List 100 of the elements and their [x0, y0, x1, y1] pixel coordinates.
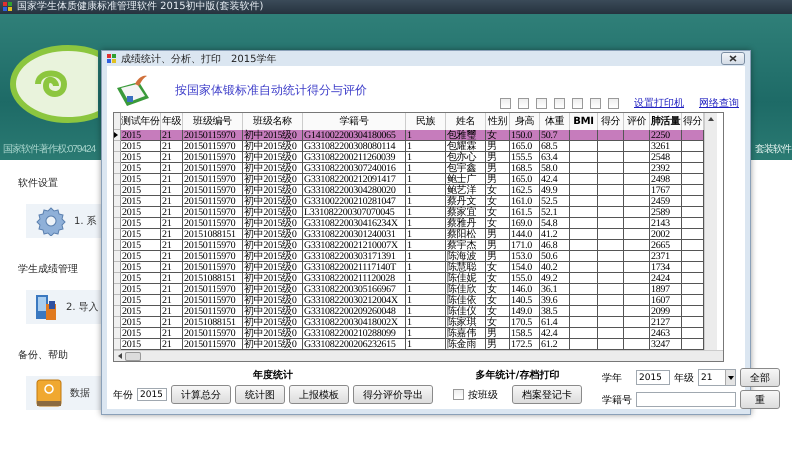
menu-item[interactable]: 1. 系 [26, 204, 101, 238]
column-header[interactable]: 得分 [598, 113, 624, 130]
table-cell: 初中2015级0 [243, 284, 303, 295]
table-cell: G141002200304180065 [303, 130, 406, 141]
column-header[interactable]: 班级编号 [183, 113, 243, 130]
table-cell: 初中2015级0 [243, 229, 303, 240]
table-cell: 女 [486, 317, 510, 328]
action-button[interactable]: 计算总分 [171, 385, 231, 404]
all-button[interactable]: 全部 [740, 368, 780, 387]
table-cell: 1 [406, 185, 446, 196]
action-button[interactable]: 重 [740, 390, 780, 409]
table-cell: 162.5 [510, 185, 540, 196]
table-cell: 1 [406, 328, 446, 339]
link[interactable]: 网络查询 [699, 96, 739, 110]
table-cell [598, 163, 624, 174]
table-cell: G331082200308080114 [303, 141, 406, 152]
checkbox[interactable] [572, 98, 583, 108]
action-button[interactable]: 统计图 [235, 385, 285, 404]
field-label: 年级 [674, 372, 694, 384]
table-cell: 蔡家宜 [446, 207, 486, 218]
table-cell [624, 251, 650, 262]
table-cell [624, 174, 650, 185]
table-cell: 150.0 [510, 130, 540, 141]
grade-dropdown[interactable]: 21 [698, 369, 736, 386]
link[interactable]: 设置打印机 [634, 96, 684, 110]
edition-label: 套装软件 [755, 142, 791, 156]
menu-item[interactable]: 数据 [26, 376, 101, 410]
column-header[interactable]: 测试年份 [121, 113, 161, 130]
table-cell: 68.5 [540, 141, 570, 152]
table-cell: 20150115970 [183, 295, 243, 306]
table-cell: 20150115970 [183, 174, 243, 185]
table-cell: 初中2015级0 [243, 130, 303, 141]
scroll-thumb[interactable] [125, 352, 141, 360]
table-cell: 2589 [650, 207, 682, 218]
menu-item[interactable]: 2. 导入 [26, 290, 101, 324]
close-button[interactable] [721, 52, 745, 65]
table-cell: 2015 [121, 130, 161, 141]
action-button[interactable]: 得分评价导出 [353, 385, 433, 404]
table-cell: 2015 [121, 185, 161, 196]
table-cell: 20150115970 [183, 262, 243, 273]
window-title: 国家学生体质健康标准管理软件 2015初中版(套装软件) [17, 0, 264, 14]
table-cell: 女 [486, 207, 510, 218]
column-header[interactable]: 班级名称 [243, 113, 303, 130]
group-heading: 年度统计 [253, 368, 293, 382]
table-cell: 陈嘉伟 [446, 328, 486, 339]
column-header[interactable]: 学籍号 [303, 113, 406, 130]
table-cell: 2015 [121, 229, 161, 240]
table-cell: 20150115970 [183, 185, 243, 196]
column-header[interactable]: 年级 [161, 113, 183, 130]
column-header[interactable]: 民族 [406, 113, 446, 130]
table-cell: 陈家琪 [446, 317, 486, 328]
input-field[interactable]: 2015 [137, 388, 167, 401]
checkbox[interactable] [500, 98, 511, 108]
column-header[interactable]: 体重 [540, 113, 570, 130]
checkbox[interactable] [453, 389, 464, 400]
table-cell: 初中2015级0 [243, 207, 303, 218]
table-cell: 63.4 [540, 152, 570, 163]
checkbox[interactable] [608, 98, 619, 108]
table-cell: 140.5 [510, 295, 540, 306]
column-header[interactable]: 姓名 [446, 113, 486, 130]
table-cell: 陈佳欣 [446, 284, 486, 295]
app-icon [3, 2, 13, 12]
input-field[interactable] [636, 392, 736, 407]
table-cell: 2015 [121, 163, 161, 174]
table-cell: G331082200209260048 [303, 306, 406, 317]
table-cell: 1897 [650, 284, 682, 295]
header-corner [114, 113, 121, 130]
column-header[interactable]: 得分 [682, 113, 704, 130]
checkbox[interactable] [536, 98, 547, 108]
table-cell: G331082200305166967 [303, 284, 406, 295]
table-cell: 初中2015级0 [243, 251, 303, 262]
table-cell: 21 [161, 240, 183, 251]
scroll-up-icon[interactable] [708, 117, 714, 121]
horizontal-scrollbar[interactable] [114, 350, 723, 361]
table-cell: 170.5 [510, 317, 540, 328]
table-cell: 陈慧聪 [446, 262, 486, 273]
table-cell: 20151088151 [183, 229, 243, 240]
table-cell: 155.0 [510, 273, 540, 284]
table-cell: 陈海波 [446, 251, 486, 262]
checkbox[interactable] [518, 98, 529, 108]
input-field[interactable]: 2015 [636, 370, 670, 385]
column-header[interactable]: 肺活量 [650, 113, 682, 130]
column-header[interactable]: 评价 [624, 113, 650, 130]
checkbox[interactable] [590, 98, 601, 108]
column-header[interactable]: BMI [570, 113, 598, 130]
table-cell: 2015 [121, 295, 161, 306]
vertical-scrollbar[interactable] [704, 113, 717, 350]
action-button[interactable]: 上报模板 [289, 385, 349, 404]
table-cell: 女 [486, 306, 510, 317]
table-cell: 2015 [121, 284, 161, 295]
table-cell: 2015 [121, 240, 161, 251]
table-cell [570, 306, 598, 317]
column-header[interactable]: 性别 [486, 113, 510, 130]
action-button[interactable]: 档案登记卡 [512, 385, 582, 404]
column-header[interactable]: 身高 [510, 113, 540, 130]
table-cell: 2665 [650, 240, 682, 251]
table-cell: 2015 [121, 317, 161, 328]
table-cell: 20150115970 [183, 240, 243, 251]
checkbox[interactable] [554, 98, 565, 108]
table-cell: 2015 [121, 262, 161, 273]
